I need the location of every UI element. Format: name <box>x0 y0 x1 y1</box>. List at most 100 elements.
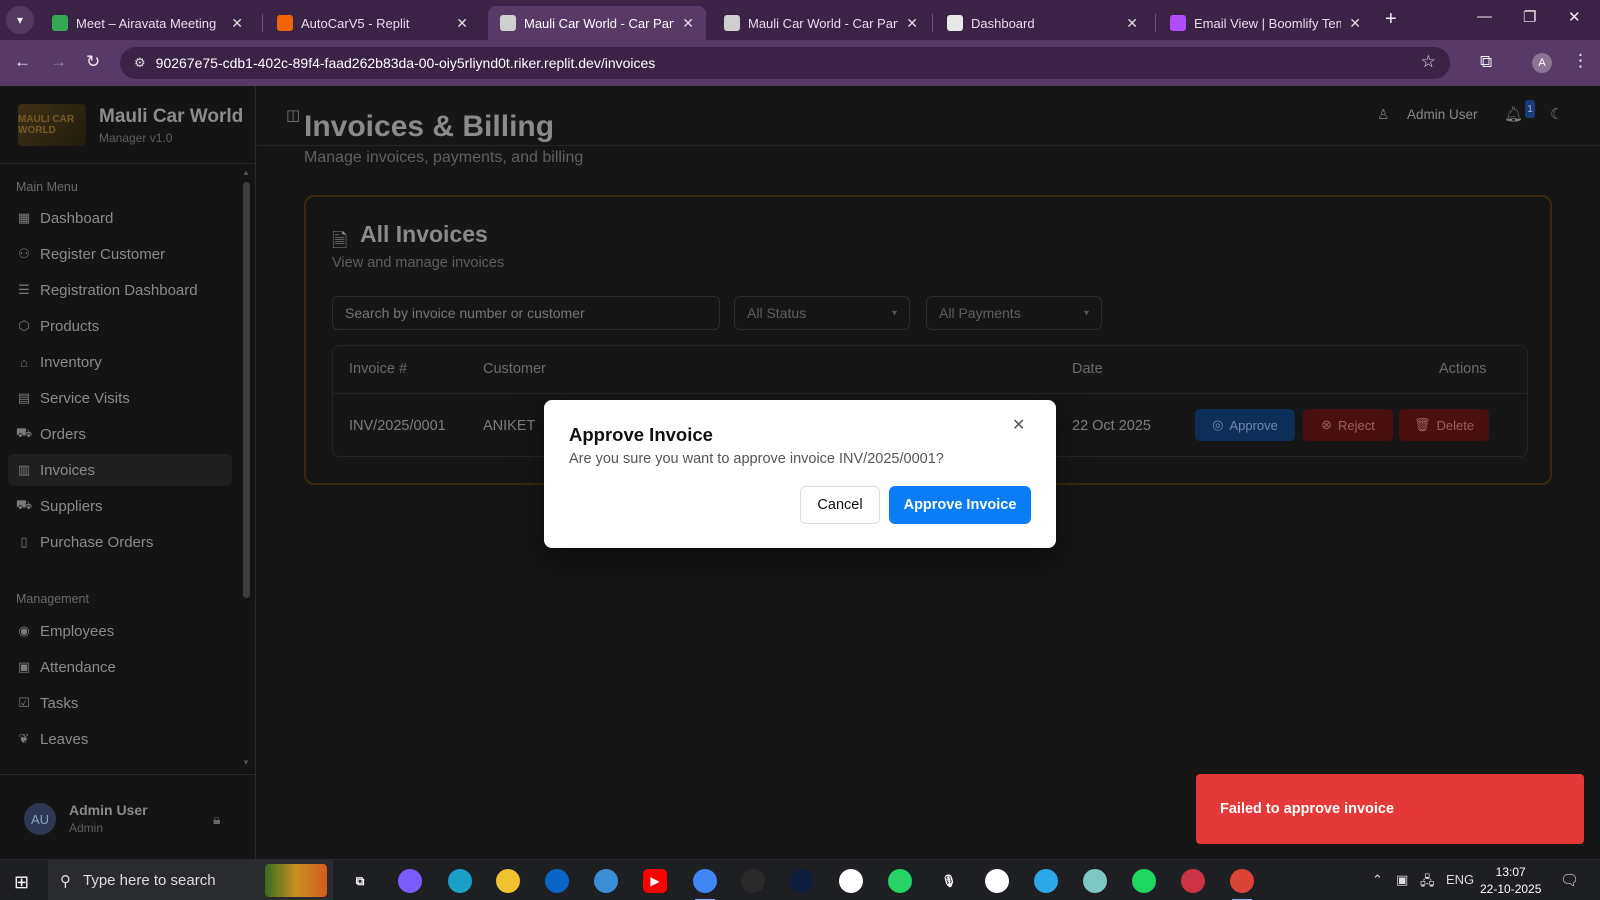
browser-menu-icon[interactable]: ⋮ <box>1572 51 1589 71</box>
sidebar-toggle-icon[interactable]: ◫ <box>286 106 300 124</box>
capcut-icon[interactable] <box>839 869 863 893</box>
spotify-icon[interactable] <box>1132 869 1156 893</box>
copilot-icon[interactable] <box>398 869 422 893</box>
new-tab-button[interactable]: + <box>1385 8 1397 31</box>
sidebar-item-employees[interactable]: ◉ Employees <box>8 615 232 647</box>
sidebar-scrollbar[interactable] <box>243 182 250 598</box>
status-filter-select[interactable]: All Status ▾ <box>734 296 910 330</box>
taskbar-search[interactable]: ⚲ Type here to search <box>48 860 333 900</box>
approve-invoice-button[interactable]: Approve Invoice <box>889 486 1031 524</box>
sidebar-item-inventory[interactable]: ⌂ Inventory <box>8 346 232 378</box>
file-explorer-icon[interactable] <box>496 869 520 893</box>
sidebar-user-role: Admin <box>69 821 104 835</box>
sidebar-item-purchase-orders[interactable]: ▯ Purchase Orders <box>8 526 232 558</box>
payment-filter-select[interactable]: All Payments ▾ <box>926 296 1102 330</box>
network-icon[interactable]: 🖧︎ <box>1420 872 1435 894</box>
remote-desktop-icon[interactable] <box>1181 869 1205 893</box>
hotstar-icon[interactable] <box>790 869 814 893</box>
sidebar-item-tasks[interactable]: ☑ Tasks <box>8 687 232 719</box>
approve-button[interactable]: ◎ Approve <box>1195 409 1295 441</box>
tray-chevron-icon[interactable]: ⌃ <box>1372 872 1383 888</box>
site-info-icon[interactable]: ⚙ <box>134 55 146 71</box>
browser-tab[interactable]: Mauli Car World - Car Parts & ✕ <box>488 6 706 40</box>
cancel-button[interactable]: Cancel <box>800 486 880 524</box>
sidebar-item-registration-dashboard[interactable]: ☰ Registration Dashboard <box>8 274 232 306</box>
customer-cell: ANIKET <box>483 418 536 434</box>
invoice-search-input[interactable] <box>332 296 720 330</box>
close-tab-icon[interactable]: ✕ <box>1349 15 1361 32</box>
sidebar-item-attendance[interactable]: ▣ Attendance <box>8 651 232 683</box>
control-panel-icon[interactable] <box>594 869 618 893</box>
delete-button[interactable]: 🗑︎ Delete <box>1399 409 1489 441</box>
dialog-title: Approve Invoice <box>569 424 713 445</box>
forward-button[interactable]: → <box>50 52 67 72</box>
notes-icon[interactable] <box>1083 869 1107 893</box>
minimize-button[interactable]: — <box>1477 8 1492 25</box>
task-view-icon[interactable]: ⧉ <box>348 869 372 893</box>
solitaire-icon[interactable] <box>985 869 1009 893</box>
close-tab-icon[interactable]: ✕ <box>906 15 918 32</box>
profile-avatar[interactable]: A <box>1532 53 1552 73</box>
moon-icon[interactable]: ☾ <box>1550 105 1563 123</box>
approve-invoice-dialog: Approve Invoice Are you sure you want to… <box>544 400 1056 548</box>
user-icon: ♙ <box>1377 106 1390 122</box>
error-toast[interactable]: Failed to approve invoice <box>1196 774 1584 844</box>
messenger-icon[interactable] <box>1034 869 1058 893</box>
date-cell: 22 Oct 2025 <box>1072 418 1151 434</box>
tab-search-button[interactable]: ▾ <box>6 6 34 34</box>
edge-icon[interactable] <box>448 869 472 893</box>
sidebar-item-service-visits[interactable]: ▤ Service Visits <box>8 382 232 414</box>
lock-icon[interactable]: 🔒︎ <box>213 811 220 828</box>
payment-filter-value: All Payments <box>939 305 1021 321</box>
extensions-icon[interactable]: ⧉ <box>1480 52 1492 72</box>
bell-icon[interactable]: 🔔︎ <box>1504 105 1523 123</box>
browser-tab[interactable]: Dashboard ✕ <box>935 6 1150 40</box>
sidebar-item-invoices[interactable]: ▥ Invoices <box>8 454 232 486</box>
sidebar-item-suppliers[interactable]: ⛟ Suppliers <box>8 490 232 522</box>
close-tab-icon[interactable]: ✕ <box>682 15 694 32</box>
chrome-icon[interactable] <box>693 869 717 900</box>
close-tab-icon[interactable]: ✕ <box>1126 15 1138 32</box>
chrome-profile-icon[interactable] <box>1230 869 1254 900</box>
reload-button[interactable]: ↻ <box>86 52 100 72</box>
sidebar-item-register-customer[interactable]: ⚇ Register Customer <box>8 238 232 270</box>
microphone-icon[interactable]: 🎙︎ <box>937 869 961 893</box>
close-icon[interactable]: ✕ <box>1012 415 1025 435</box>
receipt-icon: ▥ <box>17 462 31 477</box>
scroll-up-arrow[interactable]: ▲ <box>242 168 250 177</box>
meet-now-icon[interactable]: ▣ <box>1396 872 1408 888</box>
close-tab-icon[interactable]: ✕ <box>456 15 468 32</box>
close-tab-icon[interactable]: ✕ <box>231 15 243 32</box>
youtube-icon[interactable]: ▶ <box>643 869 667 893</box>
windows-start-icon[interactable]: ⊞ <box>14 872 29 893</box>
back-button[interactable]: ← <box>14 52 31 72</box>
sidebar: MAULI CAR WORLD Mauli Car World Manager … <box>0 86 256 859</box>
status-filter-value: All Status <box>747 305 807 321</box>
restore-button[interactable]: ❐ <box>1523 8 1536 26</box>
sidebar-item-label: Suppliers <box>40 497 103 515</box>
close-window-button[interactable]: ✕ <box>1568 8 1581 26</box>
sidebar-item-products[interactable]: ⬡ Products <box>8 310 232 342</box>
language-indicator[interactable]: ENG <box>1446 872 1474 887</box>
topbar-user-name[interactable]: Admin User <box>1407 107 1478 122</box>
outlook-icon[interactable] <box>545 869 569 893</box>
browser-tab[interactable]: Email View | Boomlify Tempo ✕ <box>1158 6 1373 40</box>
notifications-icon[interactable]: 🗨︎ <box>1560 871 1579 889</box>
sonyliv-icon[interactable] <box>741 869 765 893</box>
browser-tab[interactable]: Mauli Car World - Car Parts & ✕ <box>712 6 930 40</box>
whatsapp-icon[interactable] <box>888 869 912 893</box>
sidebar-user-card[interactable]: AU Admin User Admin 🔒︎ <box>0 774 256 859</box>
clipboard-icon: ▤ <box>17 390 31 405</box>
url-text: 90267e75-cdb1-402c-89f4-faad262b83da-00-… <box>155 55 656 71</box>
clock[interactable]: 13:07 22-10-2025 <box>1480 864 1541 898</box>
browser-tab[interactable]: AutoCarV5 - Replit ✕ <box>265 6 480 40</box>
tab-title: AutoCarV5 - Replit <box>301 15 410 31</box>
reject-button[interactable]: ⊗ Reject <box>1303 409 1393 441</box>
browser-tab[interactable]: Meet – Airavata Meeting ✕ <box>40 6 255 40</box>
sidebar-item-leaves[interactable]: ❦ Leaves <box>8 723 232 755</box>
scroll-down-arrow[interactable]: ▼ <box>242 758 250 767</box>
sidebar-item-dashboard[interactable]: ▦ Dashboard <box>8 202 232 234</box>
sidebar-item-orders[interactable]: ⛟ Orders <box>8 418 232 450</box>
bookmark-star-icon[interactable]: ☆ <box>1421 52 1436 72</box>
omnibox[interactable]: ⚙ 90267e75-cdb1-402c-89f4-faad262b83da-0… <box>120 47 1450 79</box>
